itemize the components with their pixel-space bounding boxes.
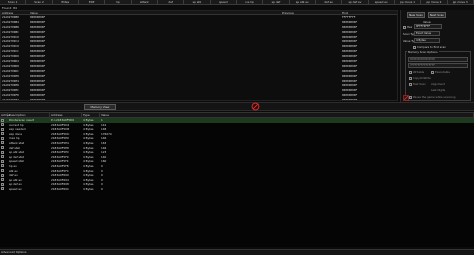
result-row[interactable]: 21A92709F4 00000000F 00000000F (1, 98, 397, 101)
active-check-icon (1, 118, 4, 122)
fast-scan-checkbox[interactable]: Fast Scan (409, 82, 426, 86)
address-list-tabs: Scan 1 Scan 2 Elites EXP hp attack def sp atk sp… (0, 0, 474, 5)
cheat-table[interactable]: Active Description Address Type Value Po… (0, 112, 474, 247)
next-scan-button[interactable]: Next Scan (428, 12, 446, 18)
scan-type-select[interactable]: Exact Value (414, 31, 440, 36)
results-col-value[interactable]: Value (29, 11, 281, 15)
list-tab[interactable]: pp move 3 (448, 0, 474, 4)
start-address-input[interactable]: 0000000000000000 (408, 57, 468, 62)
status-bar (0, 249, 474, 255)
list-tab[interactable]: sp atk ev (290, 0, 316, 4)
list-tab[interactable]: def (158, 0, 185, 4)
memory-scan-options-label: Memory Scan Options (407, 50, 439, 54)
scan-results-list[interactable]: Address Value Previous First 21A92709B0 0… (0, 10, 398, 101)
list-tab[interactable]: def ev (316, 0, 343, 4)
entry-active-checkbox[interactable] (0, 187, 8, 192)
list-tab[interactable]: Scan 2 (26, 0, 53, 4)
last-digits-radio[interactable]: Last Digits (431, 88, 445, 92)
compare-label: Compare to first scan (417, 45, 446, 49)
compare-check-icon (413, 45, 416, 49)
active-check-icon (1, 178, 4, 182)
alignment-radio[interactable]: Alignment (431, 82, 445, 86)
list-tab[interactable]: pp move 2 (421, 0, 448, 4)
executable-label: Executable (435, 70, 450, 74)
list-tab[interactable]: sp def ev (342, 0, 369, 4)
active-check-icon (1, 136, 4, 140)
col-active[interactable]: Active (0, 113, 10, 117)
result-address: 21A92709F4 (2, 98, 19, 101)
result-value: 00000000F (30, 98, 46, 101)
alignment-label: Alignment (431, 82, 445, 86)
list-tab[interactable]: sp atk (184, 0, 211, 4)
compare-first-scan-checkbox[interactable]: Compare to first scan (413, 45, 446, 49)
entry-type: 4 Bytes (83, 186, 94, 191)
add-address-icon[interactable] (403, 95, 409, 101)
writable-label: Writable (413, 70, 425, 74)
active-check-icon (1, 141, 4, 145)
hex-label: Hex (407, 25, 413, 29)
results-col-first[interactable]: First (341, 11, 397, 15)
writable-check-icon (409, 70, 412, 74)
active-check-icon (1, 155, 4, 159)
copy-on-write-checkbox[interactable]: CopyOnWrite (409, 76, 431, 80)
memory-view-button[interactable]: Memory View (84, 104, 116, 110)
active-check-icon (1, 146, 4, 150)
pause-game-checkbox[interactable]: Pause the game while scanning (409, 95, 456, 99)
list-tab[interactable]: Elites (53, 0, 79, 4)
pause-label: Pause the game while scanning (413, 95, 456, 99)
new-scan-button[interactable]: New Scan (407, 12, 425, 18)
value-input[interactable]: 0FFFF0FFF (414, 24, 442, 29)
active-check-icon (1, 173, 4, 177)
active-check-icon (1, 150, 4, 154)
fast-scan-check-icon (409, 82, 412, 86)
active-check-icon (1, 132, 4, 136)
active-check-icon (1, 123, 4, 127)
list-tab[interactable]: EXP (79, 0, 106, 4)
value-type-select[interactable]: 4 Bytes (414, 38, 440, 43)
list-tab[interactable]: Scan 1 (0, 0, 27, 4)
list-tab[interactable]: pp move 1 (395, 0, 422, 4)
active-check-icon (1, 187, 4, 191)
active-check-icon (1, 182, 4, 186)
active-check-icon (1, 127, 4, 131)
active-check-icon (1, 159, 4, 163)
list-tab[interactable]: ivs hp (237, 0, 264, 4)
result-first: 00000000F (342, 98, 358, 101)
cheat-entry-row[interactable]: speed ev 2183A0F60C 4 Bytes 0 (0, 187, 474, 192)
copy-on-write-check-icon (409, 76, 412, 80)
fast-scan-label: Fast Scan (413, 82, 426, 86)
list-tab[interactable]: hp (105, 0, 132, 4)
writable-checkbox[interactable]: Writable (409, 70, 424, 74)
entry-address: 2183A0F60C (51, 186, 69, 191)
advanced-options-button[interactable]: Advanced Options (1, 250, 27, 254)
col-value[interactable]: Value (100, 113, 474, 117)
col-description[interactable]: Description (8, 113, 50, 117)
pause-check-icon (409, 95, 412, 99)
executable-check-icon (431, 70, 434, 74)
results-col-address[interactable]: Address (1, 11, 29, 15)
scan-panel: New Scan Next Scan Value: Hex 0FFFF0FFF … (400, 10, 474, 102)
col-address[interactable]: Address (50, 113, 82, 117)
middle-toolbar (0, 102, 474, 111)
hex-checkbox[interactable]: Hex (403, 25, 412, 29)
copy-on-write-label: CopyOnWrite (413, 76, 431, 80)
results-col-previous[interactable]: Previous (281, 11, 341, 15)
result-previous (281, 98, 341, 100)
active-check-icon (1, 164, 4, 168)
list-tab[interactable]: speed ev (369, 0, 395, 4)
list-tab[interactable]: speed (211, 0, 237, 4)
list-tab[interactable]: sp def (263, 0, 290, 4)
entry-value: 0 (101, 186, 103, 191)
entry-description: speed ev (9, 186, 22, 191)
last-digits-label: Last Digits (431, 88, 446, 92)
executable-checkbox[interactable]: Executable (431, 70, 450, 74)
list-tab[interactable]: attack (132, 0, 158, 4)
clear-list-icon[interactable] (251, 102, 260, 111)
active-check-icon (1, 169, 4, 173)
col-type[interactable]: Type (82, 113, 100, 117)
stop-address-input[interactable]: 7FFFFFFFFFFFFFFF (408, 63, 468, 68)
hex-check-icon (403, 25, 406, 29)
